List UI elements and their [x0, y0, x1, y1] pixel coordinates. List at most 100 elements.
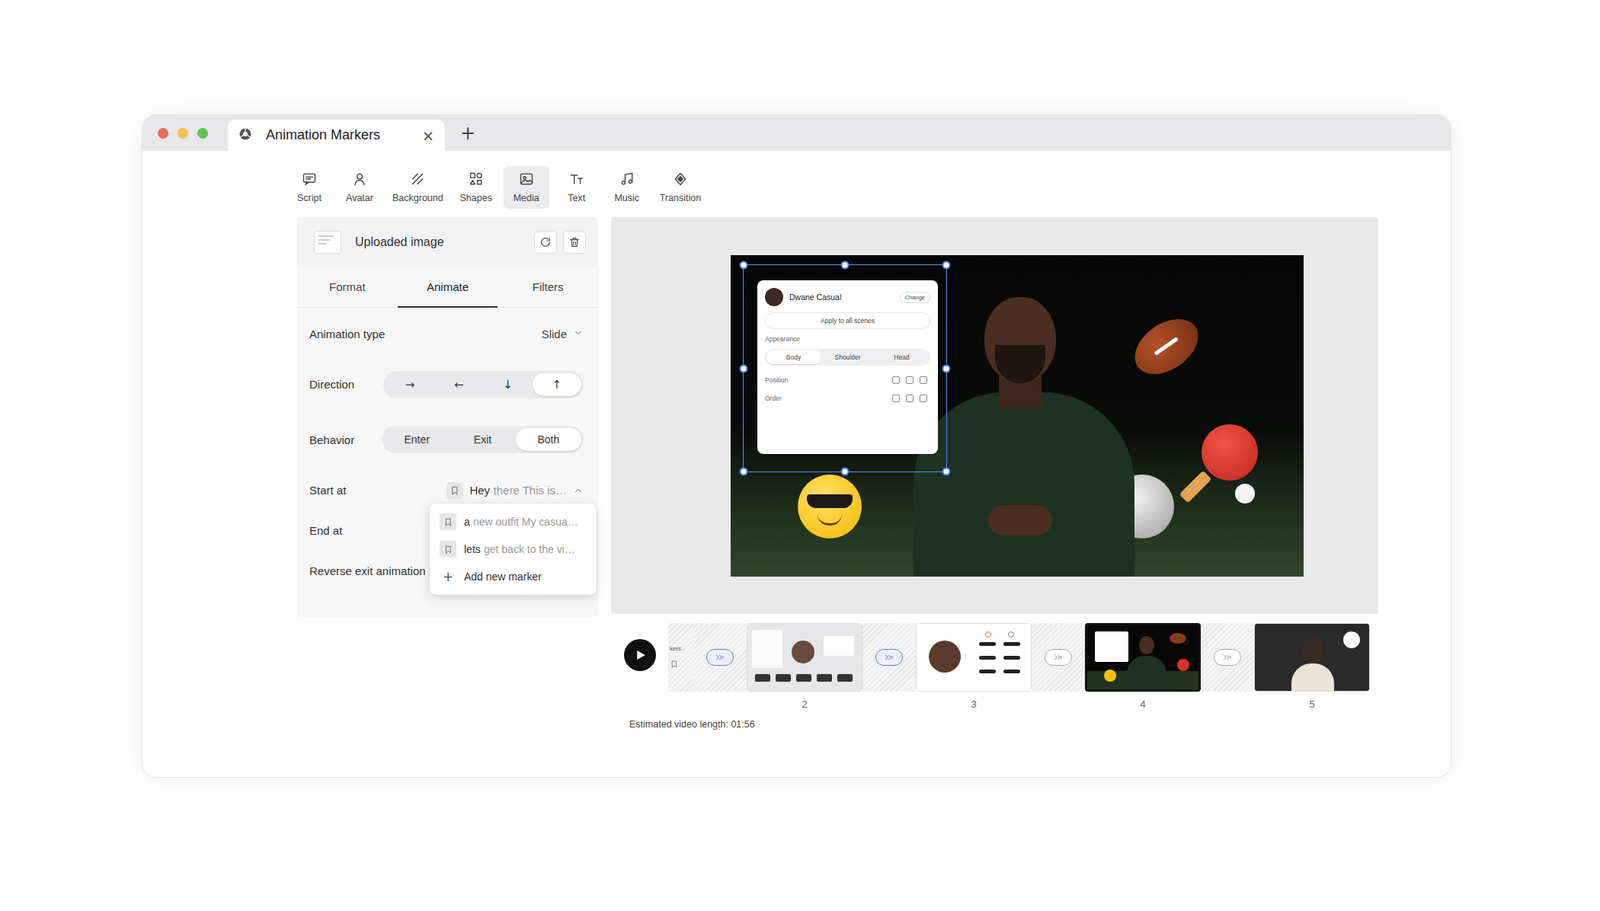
marker-item[interactable]: letsget back to the vi… — [429, 535, 597, 564]
resize-handle[interactable] — [841, 261, 850, 270]
transition-slot — [1200, 623, 1255, 692]
toolbar-item[interactable]: Transition — [654, 166, 707, 209]
selection-box[interactable] — [742, 264, 948, 473]
toolbar-item[interactable]: Avatar — [336, 166, 383, 209]
transition-icon[interactable] — [875, 649, 903, 666]
resize-handle[interactable] — [942, 364, 951, 373]
minimize-light[interactable] — [177, 128, 189, 139]
play-icon[interactable] — [624, 639, 656, 672]
animation-type-dropdown[interactable]: Slide — [541, 327, 584, 341]
mini-dot — [1008, 631, 1015, 638]
scene-thumbnail[interactable] — [915, 623, 1032, 692]
text-icon — [569, 171, 585, 189]
toolbar-item[interactable]: Script — [286, 166, 333, 209]
mini-dash — [1003, 669, 1021, 674]
scene: 5 — [1254, 623, 1370, 711]
menu-label: Add new marker — [464, 570, 542, 583]
thumbnail-line — [318, 243, 327, 245]
marker-rest: new outfit My casua… — [473, 515, 579, 528]
scene-thumbnail[interactable] — [1254, 623, 1370, 692]
dropdown-value: Slide — [541, 327, 567, 341]
mini-block — [796, 674, 812, 682]
paddle-handle — [1179, 470, 1212, 503]
toolbar-label: Media — [513, 192, 540, 204]
behavior-row: Behavior EnterExitBoth — [297, 409, 599, 471]
thumbnail-picture — [747, 624, 862, 692]
replace-icon[interactable] — [534, 230, 557, 254]
mini-block — [816, 674, 832, 682]
resize-handle[interactable] — [942, 467, 951, 477]
new-tab-button[interactable]: + — [460, 122, 476, 144]
row-label: Behavior — [309, 433, 355, 447]
direction-option[interactable]: ← — [434, 373, 484, 397]
scene: 4 — [1084, 623, 1201, 711]
start-marker-dropdown[interactable]: Heythere This is… — [446, 482, 584, 500]
toolbar-item[interactable]: Music — [604, 166, 650, 209]
toolbar-item[interactable]: Media — [503, 166, 550, 209]
mini-dash — [979, 656, 996, 660]
sunglasses — [806, 494, 853, 509]
workspace: Uploaded imageFormatAnimateFiltersAnimat… — [297, 217, 1379, 730]
direction-option[interactable]: ↑ — [532, 373, 582, 397]
toolbar: Script Avatar BackgroundShapes Media TextMus… — [286, 166, 1379, 209]
transition-icon[interactable] — [706, 649, 734, 666]
row-label: Reverse exit animation — [309, 564, 426, 578]
mini-card — [823, 636, 855, 656]
properties-panel: Uploaded imageFormatAnimateFiltersAnimat… — [297, 217, 599, 618]
change-button: Change — [899, 291, 931, 304]
mini-panel — [752, 630, 783, 669]
behavior-option[interactable]: Both — [515, 428, 582, 452]
thumbnail-line — [318, 239, 330, 241]
transition-icon[interactable] — [1213, 649, 1242, 666]
transition-slot — [1031, 623, 1085, 692]
direction-option[interactable]: ↓ — [483, 373, 533, 397]
transition-icon[interactable] — [1044, 649, 1072, 666]
mini-body — [1291, 663, 1335, 692]
panel-tab[interactable]: Format — [297, 267, 398, 308]
toolbar-item[interactable]: Shapes — [453, 166, 500, 209]
thumbnail-picture — [916, 624, 1031, 692]
row-label: Position — [764, 376, 788, 384]
avatar-settings-screenshot[interactable]: Dwane CasualChangeApply to all scenesApp… — [757, 280, 938, 455]
card-header: Dwane CasualChange — [764, 288, 931, 307]
toolbar-label: Avatar — [345, 192, 374, 204]
scene-thumbnail[interactable] — [746, 623, 863, 692]
mini-avatar — [928, 640, 961, 673]
scene-thumbnail[interactable] — [1084, 623, 1201, 692]
tab-bar: Animation Markers× + — [142, 115, 1451, 151]
direction-option[interactable]: → — [385, 373, 435, 397]
scene-timeline: kers2345 — [611, 623, 1379, 711]
behavior-option[interactable]: Enter — [384, 428, 450, 452]
trash-icon[interactable] — [563, 230, 586, 254]
sunglasses-sticker — [797, 474, 862, 539]
resize-handle[interactable] — [942, 261, 951, 270]
mini-dash — [979, 642, 996, 647]
resize-handle[interactable] — [739, 467, 749, 477]
chevron-down-icon — [572, 327, 584, 341]
panel-tabs: FormatAnimateFilters — [297, 267, 599, 308]
maximize-light[interactable] — [197, 128, 208, 139]
mini-emoji — [1104, 669, 1117, 682]
editor: Script Avatar BackgroundShapes Media TextMus… — [142, 150, 1451, 730]
resize-handle[interactable] — [739, 261, 749, 270]
marker-item[interactable]: anew outfit My casua… — [429, 508, 597, 536]
resize-handle[interactable] — [841, 467, 850, 477]
add-marker-item[interactable]: +Add new marker — [429, 563, 597, 591]
mini-football — [1169, 633, 1187, 644]
appearance-segment: Shoulder — [820, 350, 875, 365]
behavior-option[interactable]: Exit — [449, 428, 516, 452]
toolbar-item[interactable]: Text — [553, 166, 600, 209]
toolbar-item[interactable]: Background — [387, 166, 449, 209]
close-light[interactable] — [157, 128, 169, 139]
browser-tab[interactable]: Animation Markers× — [227, 119, 445, 151]
media-header: Uploaded image — [297, 217, 599, 268]
scene-number: 2 — [801, 698, 807, 711]
menu-text: letsget back to the vi… — [464, 543, 576, 556]
tab-close[interactable]: × — [422, 127, 435, 144]
resize-handle[interactable] — [739, 364, 749, 373]
thumbnail-text: kers — [669, 645, 682, 653]
football-sticker — [1124, 307, 1209, 386]
panel-tab[interactable]: Filters — [497, 267, 599, 308]
panel-tab[interactable]: Animate — [397, 267, 499, 308]
marker-icon — [669, 659, 679, 671]
